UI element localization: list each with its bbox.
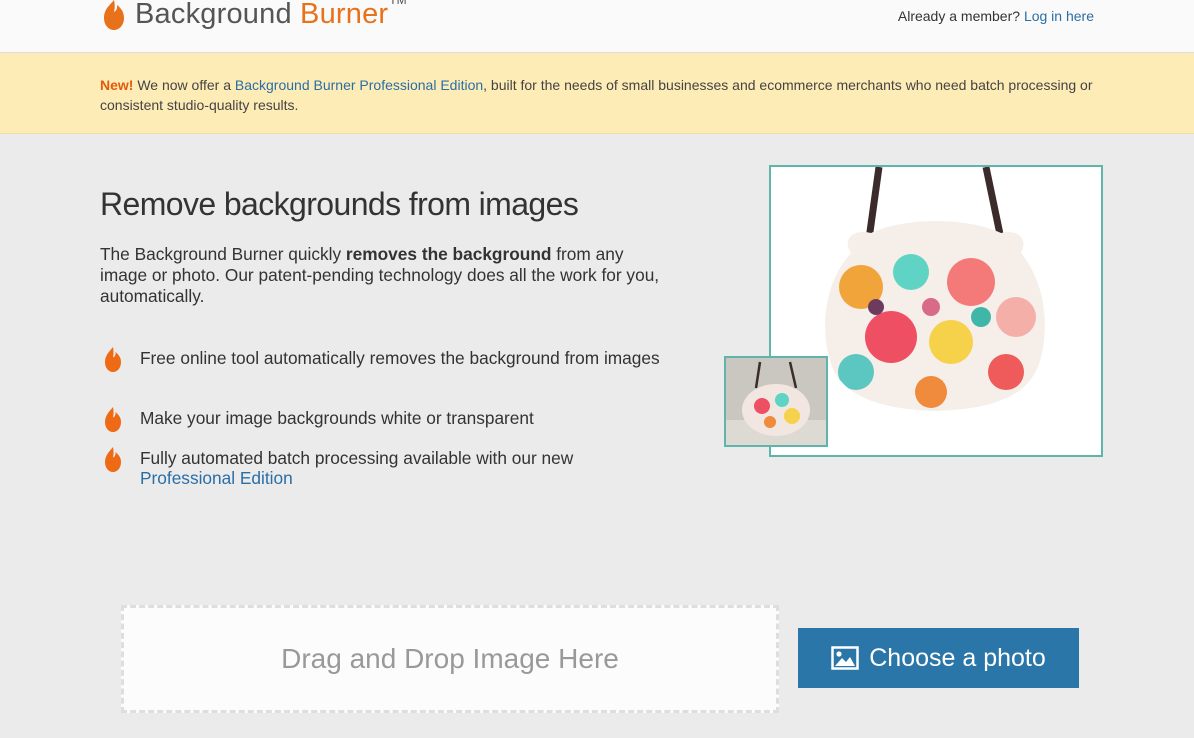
- flame-bullet-icon: [105, 407, 121, 432]
- handbag-original-image: [726, 358, 826, 445]
- choose-photo-label: Choose a photo: [869, 643, 1046, 672]
- choose-photo-button[interactable]: Choose a photo: [798, 628, 1079, 688]
- intro-before: The Background Burner quickly: [100, 244, 342, 264]
- professional-edition-banner-link[interactable]: Background Burner Professional Edition: [235, 77, 483, 93]
- logo-text: Background Burner: [135, 0, 388, 29]
- feature-item: Fully automated batch processing availab…: [100, 447, 574, 488]
- login-link[interactable]: Log in here: [1024, 8, 1094, 24]
- logo-word-burner: Burner: [300, 0, 389, 30]
- logo-word-background: Background: [135, 0, 292, 30]
- flame-icon: [104, 0, 124, 30]
- feature-text: Free online tool automatically removes t…: [140, 348, 660, 368]
- feature-text: Fully automated batch processing availab…: [140, 448, 574, 468]
- new-badge: New!: [100, 77, 134, 93]
- banner-text-before: We now offer a: [137, 77, 231, 93]
- member-login: Already a member? Log in here: [898, 8, 1094, 24]
- page-headline: Remove backgrounds from images: [100, 186, 579, 222]
- logo-trademark: TM: [389, 0, 407, 7]
- banner-text: New! We now offer a Background Burner Pr…: [100, 75, 1100, 115]
- flame-bullet-icon: [105, 347, 121, 372]
- professional-edition-link[interactable]: Professional Edition: [140, 468, 293, 488]
- feature-item: Free online tool automatically removes t…: [100, 347, 660, 372]
- image-icon: [831, 646, 859, 670]
- image-drop-zone[interactable]: Drag and Drop Image Here: [121, 605, 779, 713]
- intro-bold: removes the background: [345, 244, 552, 264]
- site-logo[interactable]: Background Burner TM: [100, 0, 407, 32]
- drop-zone-text: Drag and Drop Image Here: [281, 643, 619, 674]
- feature-text: Make your image backgrounds white or tra…: [140, 408, 534, 428]
- intro-paragraph: The Background Burner quickly removes th…: [100, 244, 660, 307]
- member-prompt: Already a member?: [897, 8, 1021, 24]
- feature-item: Make your image backgrounds white or tra…: [100, 407, 534, 432]
- flame-bullet-icon: [105, 447, 121, 472]
- site-header: Background Burner TM Already a member? L…: [0, 0, 1194, 53]
- announcement-banner: New! We now offer a Background Burner Pr…: [0, 53, 1194, 134]
- original-image-thumbnail[interactable]: [724, 356, 828, 447]
